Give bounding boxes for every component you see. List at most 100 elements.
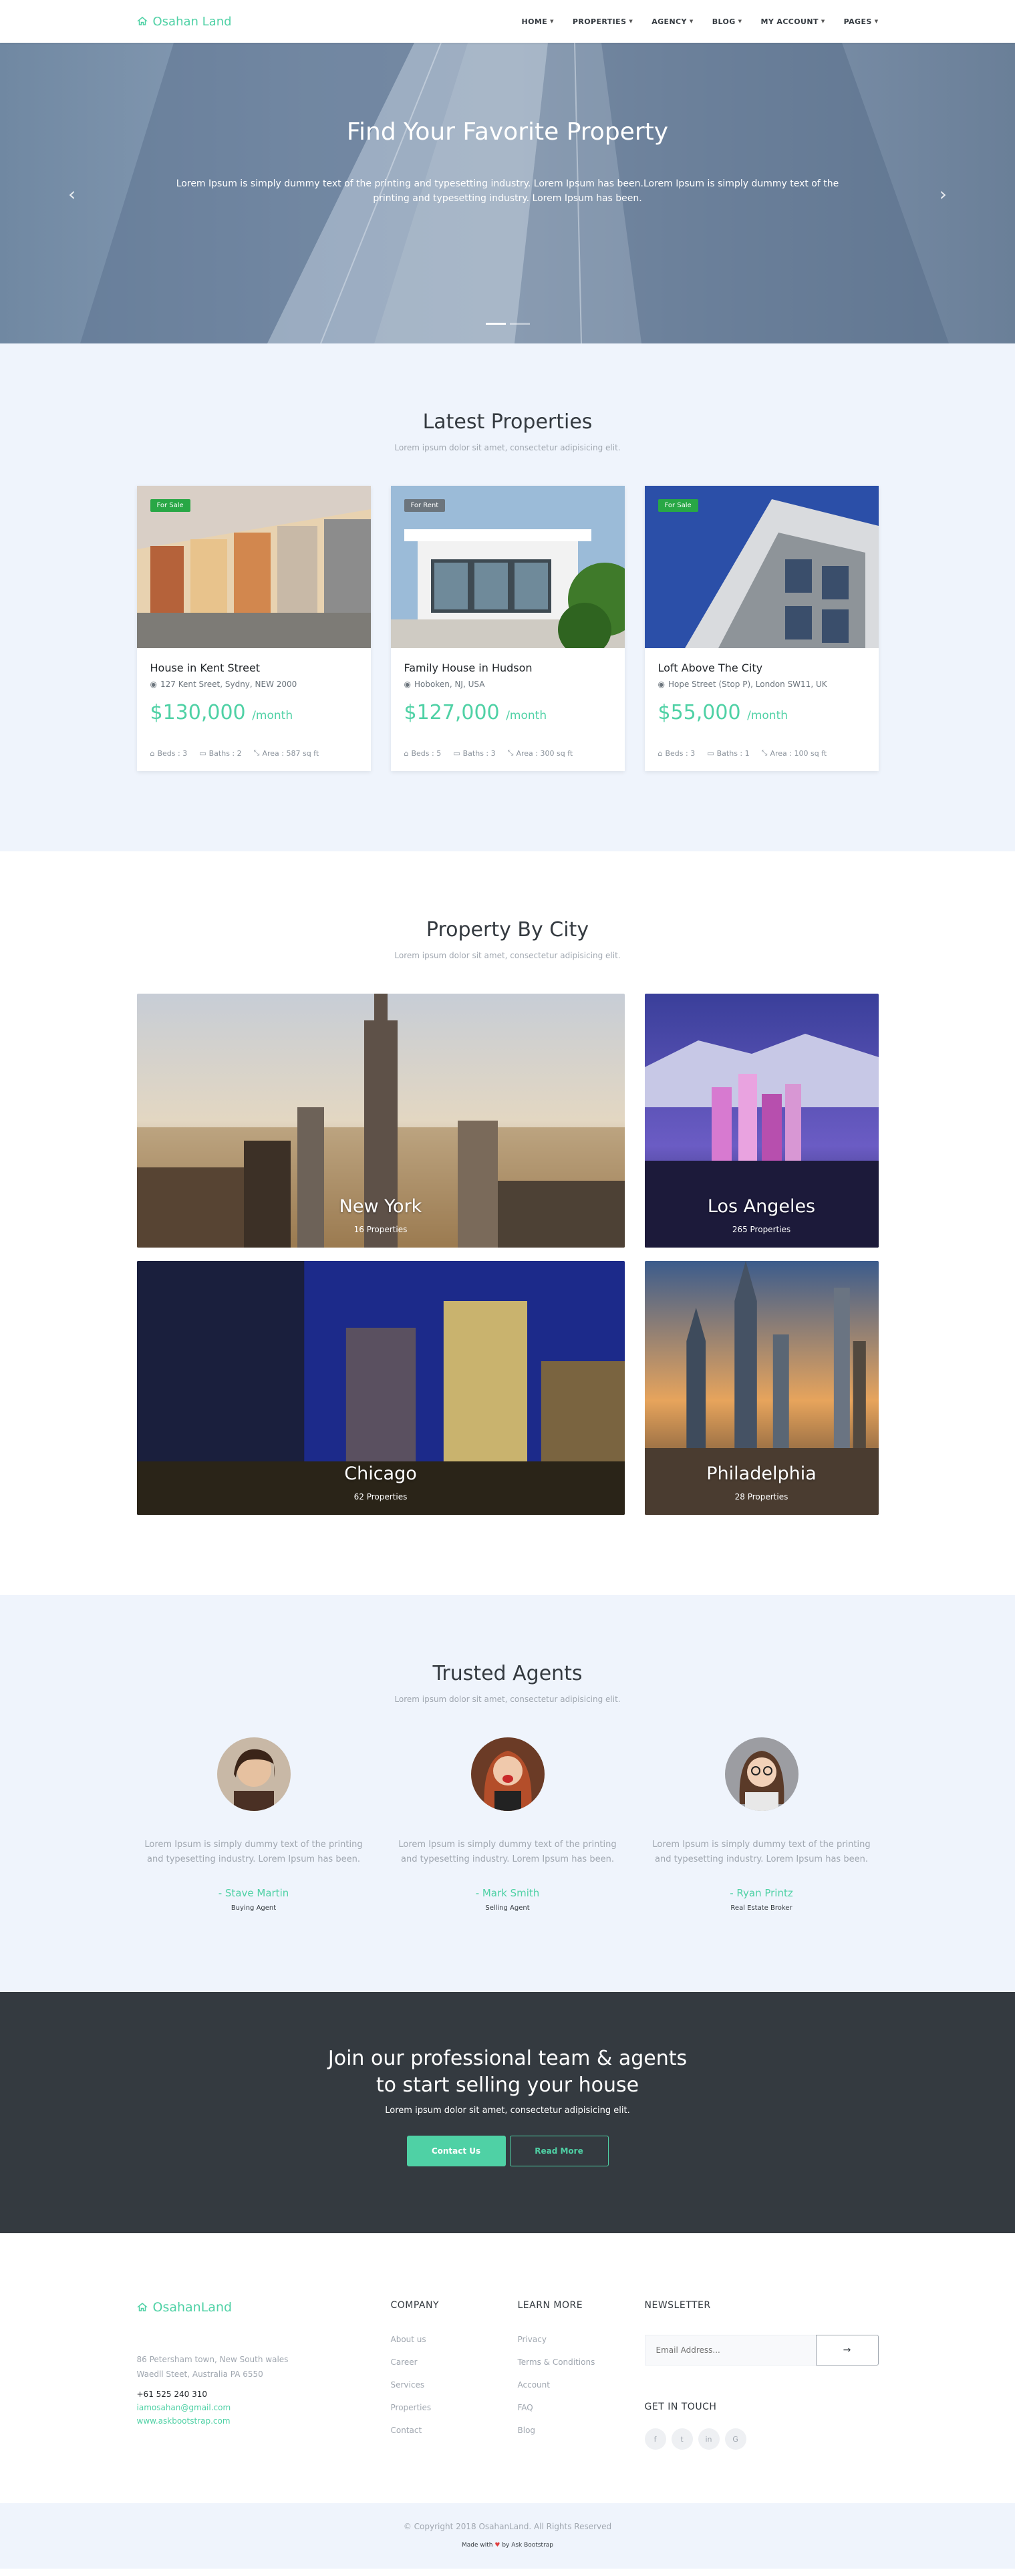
beds-text: Beds : 3	[157, 748, 188, 758]
cta-banner: Join our professional team & agents to s…	[0, 1992, 1015, 2233]
agent-name[interactable]: - Mark Smith	[391, 1887, 625, 1899]
chevron-left-icon[interactable]: ‹	[68, 183, 76, 205]
newsletter-submit-button[interactable]: →	[815, 2335, 879, 2366]
newsletter-email-input[interactable]	[644, 2335, 816, 2366]
nav-item-blog[interactable]: BLOG ▼	[712, 17, 742, 26]
area-text: Area : 300 sq ft	[516, 748, 573, 758]
footer-link-properties[interactable]: Properties	[391, 2403, 518, 2412]
area-icon: ⤡	[507, 748, 514, 757]
footer-link-faq[interactable]: FAQ	[518, 2403, 645, 2412]
beds-text: Beds : 3	[665, 748, 696, 758]
footer-link-blog[interactable]: Blog	[518, 2426, 645, 2435]
bath-icon: ▭	[707, 748, 714, 758]
property-card[interactable]: For Rent Family House in Hudson ◉ Hoboken…	[390, 486, 625, 771]
footer-heading: NEWSLETTER	[644, 2300, 711, 2311]
footer-link-terms[interactable]: Terms & Conditions	[518, 2357, 645, 2367]
nav-item-home[interactable]: HOME ▼	[522, 17, 554, 26]
city-card-chicago[interactable]: Chicago 62 Properties	[136, 1261, 625, 1515]
property-price: $127,000 /month	[404, 701, 611, 724]
footer: OsahanLand 86 Petersham town, New South …	[0, 2233, 1015, 2503]
property-address: ◉ 127 Kent Sreet, Sydny, NEW 2000	[150, 680, 357, 689]
google-icon[interactable]: G	[724, 2428, 746, 2450]
area-icon: ⤡	[761, 748, 768, 757]
avatar[interactable]	[216, 1737, 291, 1811]
brand-name: Osahan Land	[152, 14, 232, 29]
city-count: 265 Properties	[732, 1225, 791, 1234]
property-cards: For Sale House in Kent Street ◉ 127 Kent …	[136, 486, 879, 771]
property-meta: ⌂ Beds : 3 ▭ Baths : 1 ⤡ Area : 100 sq ft	[658, 748, 865, 771]
nav-item-agency[interactable]: AGENCY ▼	[651, 17, 694, 26]
agent-card: Lorem Ipsum is simply dummy text of the …	[137, 1737, 371, 1912]
hero-title: Find Your Favorite Property	[346, 118, 669, 146]
brand-logo[interactable]: Osahan Land	[136, 14, 232, 29]
property-price: $55,000 /month	[658, 701, 865, 724]
footer-link-account[interactable]: Account	[518, 2380, 645, 2390]
city-name: Philadelphia	[706, 1463, 817, 1484]
facebook-icon[interactable]: f	[644, 2428, 666, 2450]
nav-item-properties[interactable]: PROPERTIES ▼	[573, 17, 633, 26]
cta-title-line: Join our professional team & agents	[327, 2047, 688, 2070]
nav-label: MY ACCOUNT	[760, 17, 819, 26]
read-more-button[interactable]: Read More	[509, 2136, 609, 2166]
contact-us-button[interactable]: Contact Us	[406, 2136, 506, 2166]
caret-down-icon: ▼	[689, 19, 694, 24]
bed-icon: ⌂	[658, 748, 663, 758]
property-title[interactable]: House in Kent Street	[150, 662, 357, 674]
city-name: Los Angeles	[707, 1196, 816, 1217]
footer-link-contact[interactable]: Contact	[391, 2426, 518, 2435]
city-card-new-york[interactable]: New York 16 Properties	[136, 994, 625, 1248]
agent-role: Real Estate Broker	[730, 1904, 792, 1912]
instagram-icon[interactable]: in	[698, 2428, 720, 2450]
property-image[interactable]: For Rent	[390, 486, 625, 648]
latest-properties-section: Latest Properties Lorem ipsum dolor sit …	[0, 343, 1015, 851]
nav-item-my-account[interactable]: MY ACCOUNT ▼	[760, 17, 825, 26]
hero-content: Find Your Favorite Property Lorem Ipsum …	[0, 43, 1015, 206]
baths-text: Baths : 1	[716, 748, 750, 758]
twitter-icon[interactable]: t	[671, 2428, 693, 2450]
cta-title-line: to start selling your house	[376, 2073, 639, 2097]
city-card-los-angeles[interactable]: Los Angeles 265 Properties	[644, 994, 879, 1248]
footer-bottom: © Copyright 2018 OsahanLand. All Rights …	[0, 2503, 1015, 2569]
price-value: $55,000	[658, 701, 741, 724]
avatar[interactable]	[724, 1737, 799, 1811]
footer-brand[interactable]: OsahanLand	[136, 2300, 391, 2315]
caret-down-icon: ▼	[821, 19, 825, 24]
caret-down-icon: ▼	[874, 19, 879, 24]
footer-link-services[interactable]: Services	[391, 2380, 518, 2390]
slider-dot[interactable]	[485, 323, 506, 325]
property-card[interactable]: For Sale House in Kent Street ◉ 127 Kent …	[136, 486, 371, 771]
section-subtitle: Lorem ipsum dolor sit amet, consectetur …	[394, 951, 621, 960]
property-title[interactable]: Loft Above The City	[658, 662, 865, 674]
avatar[interactable]	[470, 1737, 545, 1811]
made-suffix[interactable]: by Ask Bootstrap	[502, 2542, 553, 2549]
agent-quote: Lorem Ipsum is simply dummy text of the …	[652, 1840, 871, 1864]
property-card[interactable]: For Sale Loft Above The City ◉ Hope Stree…	[644, 486, 879, 771]
chevron-right-icon[interactable]: ›	[939, 183, 947, 205]
area-info: ⤡ Area : 100 sq ft	[762, 748, 827, 758]
nav-item-pages[interactable]: PAGES ▼	[844, 17, 879, 26]
footer-email-link[interactable]: iamosahan@gmail.com	[137, 2403, 391, 2412]
property-image[interactable]: For Sale	[644, 486, 879, 648]
slider-dot[interactable]	[509, 323, 530, 325]
property-title[interactable]: Family House in Hudson	[404, 662, 611, 674]
footer-link-privacy[interactable]: Privacy	[518, 2335, 645, 2344]
city-label: Los Angeles 265 Properties	[645, 1196, 879, 1234]
heart-icon: ♥	[494, 2542, 500, 2549]
agent-name[interactable]: - Ryan Printz	[645, 1887, 879, 1899]
trusted-agents-section: Trusted Agents Lorem ipsum dolor sit ame…	[0, 1595, 1015, 1992]
agents-list: Lorem Ipsum is simply dummy text of the …	[137, 1737, 879, 1912]
nav-label: AGENCY	[651, 17, 687, 26]
property-image[interactable]: For Sale	[136, 486, 371, 648]
social-links: f t in G	[644, 2428, 879, 2450]
city-card-philadelphia[interactable]: Philadelphia 28 Properties	[644, 1261, 879, 1515]
agent-name[interactable]: - Stave Martin	[137, 1887, 371, 1899]
footer-link-career[interactable]: Career	[391, 2357, 518, 2367]
area-icon: ⤡	[253, 748, 260, 757]
cta-subtitle: Lorem ipsum dolor sit amet, consectetur …	[385, 2106, 630, 2116]
section-title: Latest Properties	[422, 410, 593, 434]
city-label: Philadelphia 28 Properties	[645, 1463, 879, 1501]
made-prefix: Made with	[461, 2542, 493, 2549]
footer-link-about[interactable]: About us	[391, 2335, 518, 2344]
footer-website-link[interactable]: www.askbootstrap.com	[137, 2416, 391, 2426]
property-meta: ⌂ Beds : 5 ▭ Baths : 3 ⤡ Area : 300 sq ft	[404, 748, 611, 771]
